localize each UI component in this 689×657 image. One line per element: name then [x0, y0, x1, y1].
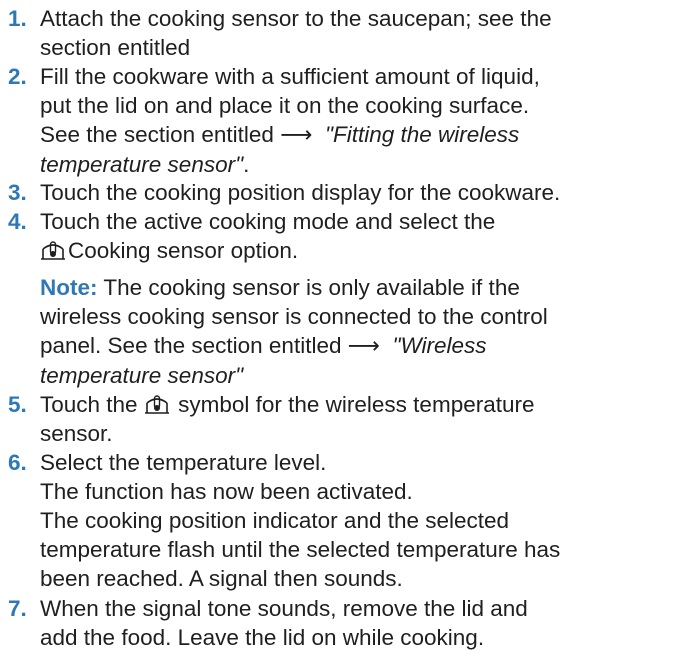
step-text: Touch the symbol for the wireless temper…	[40, 390, 689, 448]
section-reference-link[interactable]: temperature sensor"	[40, 152, 243, 177]
see-section-text: panel. See the section entitled	[40, 333, 342, 358]
note-label: Note:	[40, 275, 98, 300]
punctuation: .	[243, 152, 250, 177]
step-line: put the lid on and place it on the cooki…	[40, 93, 530, 118]
step-number: 6.	[8, 450, 27, 475]
step-line: sensor.	[40, 421, 113, 446]
step-line: The cooking position indicator and the s…	[40, 508, 510, 533]
step-line: When the signal tone sounds, remove the …	[40, 596, 528, 621]
step-text: Attach the cooking sensor to the saucepa…	[40, 4, 689, 62]
note-line: temperature sensor"	[40, 361, 689, 390]
step-number: 5.	[8, 392, 27, 417]
step-line: temperature sensor".	[40, 150, 689, 179]
step-text: Fill the cookware with a sufficient amou…	[40, 62, 689, 179]
section-reference-link[interactable]: "Wireless	[393, 333, 487, 358]
step-line: Select the temperature level.	[40, 450, 327, 475]
note-block: Note: The cooking sensor is only availab…	[40, 273, 689, 390]
arrow-icon: ⟶	[280, 122, 313, 148]
step-line: Cooking sensor option.	[40, 236, 689, 265]
step-text-part: symbol for the wireless temperature	[178, 392, 535, 417]
option-label: Cooking sensor option.	[68, 238, 299, 263]
step-line: temperature flash until the selected tem…	[40, 537, 561, 562]
step-number: 7.	[8, 596, 27, 621]
note-line: panel. See the section entitled ⟶ "Wirel…	[40, 331, 689, 361]
instruction-page: 1. Attach the cooking sensor to the sauc…	[0, 0, 689, 657]
step-line: section entitled	[40, 35, 191, 60]
step-number: 4.	[8, 209, 27, 234]
step-line: Fill the cookware with a sufficient amou…	[40, 64, 540, 89]
note-line: wireless cooking sensor is connected to …	[40, 304, 548, 329]
step-text: Select the temperature level. The functi…	[40, 448, 689, 593]
step-line: Touch the symbol for the wireless temper…	[40, 390, 689, 419]
step-number: 2.	[8, 64, 27, 89]
step-text: Touch the cooking position display for t…	[40, 178, 689, 207]
step-line: add the food. Leave the lid on while coo…	[40, 625, 485, 650]
step-line: Touch the active cooking mode and select…	[40, 209, 496, 234]
note-text: The cooking sensor is only available if …	[103, 275, 520, 300]
section-reference-link[interactable]: "Fitting the wireless	[325, 122, 519, 147]
cooking-sensor-icon[interactable]	[144, 392, 170, 416]
section-reference-link[interactable]: temperature sensor"	[40, 363, 243, 388]
see-section-text: See the section entitled	[40, 122, 274, 147]
step-text: When the signal tone sounds, remove the …	[40, 594, 689, 652]
step-number: 1.	[8, 6, 27, 31]
step-text-part: Touch the	[40, 392, 138, 417]
step-line: Attach the cooking sensor to the saucepa…	[40, 6, 552, 31]
step-line: The function has now been activated.	[40, 479, 413, 504]
step-text: Touch the active cooking mode and select…	[40, 207, 689, 390]
cooking-sensor-icon	[40, 238, 66, 262]
step-line: Touch the cooking position display for t…	[40, 180, 561, 205]
step-line: See the section entitled ⟶ "Fitting the …	[40, 120, 689, 150]
step-line: been reached. A signal then sounds.	[40, 566, 403, 591]
step-number: 3.	[8, 180, 27, 205]
arrow-icon: ⟶	[347, 333, 380, 359]
note-line: Note: The cooking sensor is only availab…	[40, 273, 689, 302]
